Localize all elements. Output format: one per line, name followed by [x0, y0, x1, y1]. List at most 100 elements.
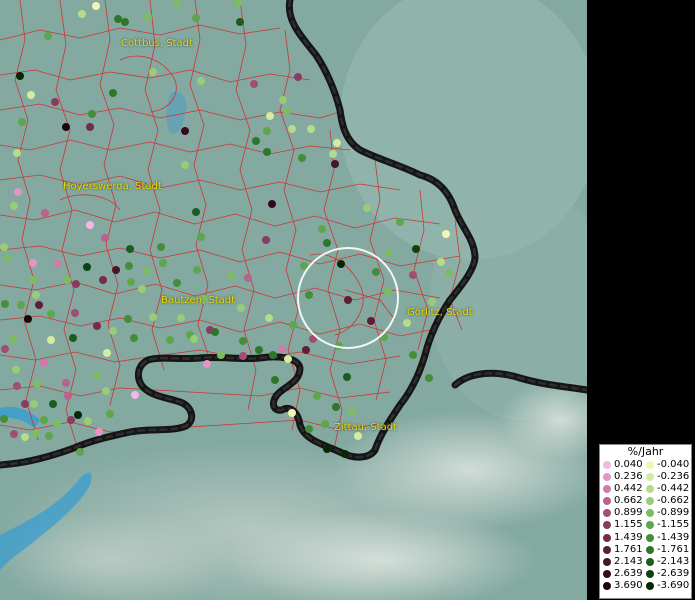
- measurement-point[interactable]: [30, 400, 38, 408]
- measurement-point[interactable]: [109, 89, 117, 97]
- measurement-point[interactable]: [10, 430, 18, 438]
- measurement-point[interactable]: [262, 236, 270, 244]
- measurement-point[interactable]: [12, 366, 20, 374]
- measurement-point[interactable]: [193, 266, 201, 274]
- measurement-point[interactable]: [14, 188, 22, 196]
- measurement-point[interactable]: [197, 233, 205, 241]
- measurement-point[interactable]: [53, 419, 61, 427]
- measurement-point[interactable]: [278, 345, 286, 353]
- measurement-point[interactable]: [341, 450, 349, 458]
- measurement-point[interactable]: [18, 118, 26, 126]
- measurement-point[interactable]: [0, 415, 8, 423]
- measurement-point[interactable]: [384, 288, 392, 296]
- measurement-point[interactable]: [252, 137, 260, 145]
- measurement-point[interactable]: [130, 334, 138, 342]
- measurement-point[interactable]: [9, 335, 17, 343]
- measurement-point[interactable]: [412, 245, 420, 253]
- measurement-point[interactable]: [307, 125, 315, 133]
- measurement-point[interactable]: [86, 221, 94, 229]
- measurement-point[interactable]: [47, 310, 55, 318]
- measurement-point[interactable]: [271, 376, 279, 384]
- measurement-point[interactable]: [21, 433, 29, 441]
- measurement-point[interactable]: [396, 218, 404, 226]
- measurement-point[interactable]: [239, 352, 247, 360]
- measurement-point[interactable]: [27, 91, 35, 99]
- measurement-point[interactable]: [239, 337, 247, 345]
- measurement-point[interactable]: [217, 351, 225, 359]
- measurement-point[interactable]: [121, 18, 129, 26]
- measurement-point[interactable]: [138, 285, 146, 293]
- measurement-point[interactable]: [159, 259, 167, 267]
- measurement-point[interactable]: [263, 127, 271, 135]
- measurement-point[interactable]: [29, 259, 37, 267]
- measurement-point[interactable]: [101, 234, 109, 242]
- measurement-point[interactable]: [181, 127, 189, 135]
- measurement-point[interactable]: [86, 123, 94, 131]
- measurement-point[interactable]: [63, 276, 71, 284]
- measurement-point[interactable]: [289, 321, 297, 329]
- measurement-point[interactable]: [35, 301, 43, 309]
- measurement-point[interactable]: [21, 400, 29, 408]
- measurement-point[interactable]: [211, 328, 219, 336]
- measurement-point[interactable]: [173, 0, 181, 8]
- measurement-point[interactable]: [227, 272, 235, 280]
- measurement-point[interactable]: [323, 239, 331, 247]
- measurement-point[interactable]: [149, 313, 157, 321]
- measurement-point[interactable]: [84, 417, 92, 425]
- measurement-point[interactable]: [288, 409, 296, 417]
- measurement-point[interactable]: [74, 411, 82, 419]
- measurement-point[interactable]: [32, 429, 40, 437]
- measurement-point[interactable]: [131, 391, 139, 399]
- measurement-point[interactable]: [323, 445, 331, 453]
- measurement-point[interactable]: [250, 80, 258, 88]
- measurement-point[interactable]: [298, 154, 306, 162]
- measurement-point[interactable]: [332, 403, 340, 411]
- measurement-point[interactable]: [442, 230, 450, 238]
- measurement-point[interactable]: [331, 160, 339, 168]
- measurement-point[interactable]: [1, 345, 9, 353]
- measurement-point[interactable]: [266, 112, 274, 120]
- measurement-point[interactable]: [125, 262, 133, 270]
- measurement-point[interactable]: [124, 315, 132, 323]
- measurement-point[interactable]: [114, 15, 122, 23]
- measurement-point[interactable]: [69, 334, 77, 342]
- measurement-point[interactable]: [29, 276, 37, 284]
- measurement-point[interactable]: [343, 373, 351, 381]
- measurement-point[interactable]: [305, 291, 313, 299]
- measurement-point[interactable]: [83, 263, 91, 271]
- measurement-point[interactable]: [62, 123, 70, 131]
- measurement-point[interactable]: [333, 139, 341, 147]
- measurement-point[interactable]: [265, 314, 273, 322]
- measurement-point[interactable]: [72, 280, 80, 288]
- measurement-point[interactable]: [41, 209, 49, 217]
- measurement-point[interactable]: [337, 260, 345, 268]
- measurement-point[interactable]: [103, 349, 111, 357]
- measurement-point[interactable]: [385, 249, 393, 257]
- measurement-point[interactable]: [54, 260, 62, 268]
- measurement-point[interactable]: [302, 346, 310, 354]
- measurement-point[interactable]: [24, 315, 32, 323]
- measurement-point[interactable]: [363, 204, 371, 212]
- measurement-point[interactable]: [197, 77, 205, 85]
- measurement-point[interactable]: [318, 225, 326, 233]
- measurement-point[interactable]: [181, 161, 189, 169]
- measurement-point[interactable]: [136, 181, 144, 189]
- measurement-point[interactable]: [33, 380, 41, 388]
- measurement-point[interactable]: [437, 258, 445, 266]
- measurement-point[interactable]: [67, 416, 75, 424]
- measurement-point[interactable]: [428, 298, 436, 306]
- measurement-point[interactable]: [255, 346, 263, 354]
- measurement-point[interactable]: [263, 148, 271, 156]
- measurement-point[interactable]: [102, 387, 110, 395]
- measurement-point[interactable]: [177, 314, 185, 322]
- measurement-point[interactable]: [95, 428, 103, 436]
- measurement-point[interactable]: [200, 295, 208, 303]
- measurement-point[interactable]: [76, 448, 84, 456]
- measurement-point[interactable]: [88, 110, 96, 118]
- measurement-point[interactable]: [47, 336, 55, 344]
- measurement-point[interactable]: [284, 355, 292, 363]
- measurement-point[interactable]: [143, 267, 151, 275]
- measurement-point[interactable]: [288, 125, 296, 133]
- measurement-point[interactable]: [13, 149, 21, 157]
- measurement-point[interactable]: [236, 18, 244, 26]
